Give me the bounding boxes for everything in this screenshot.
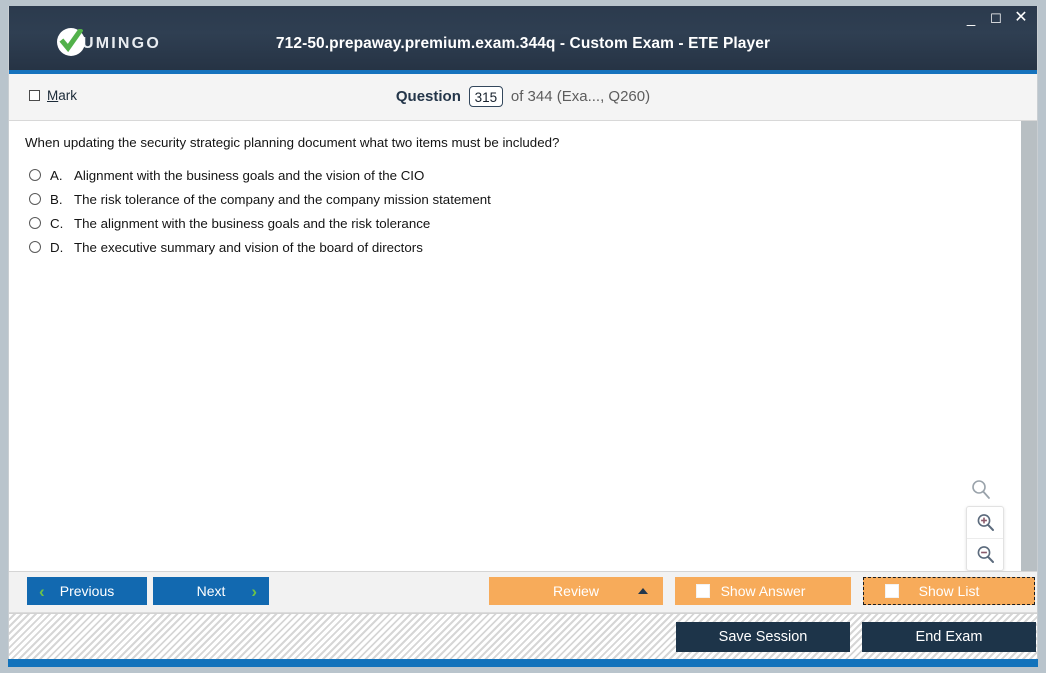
review-button-label: Review <box>553 583 599 599</box>
answer-option-a[interactable]: A. Alignment with the business goals and… <box>29 163 997 187</box>
window-title: 712-50.prepaway.premium.exam.344q - Cust… <box>275 35 771 52</box>
show-list-label: Show List <box>918 583 980 599</box>
zoom-out-icon <box>977 546 994 563</box>
minimize-icon[interactable]: _ <box>963 10 979 26</box>
title-bar: UMINGO 712-50.prepaway.premium.exam.344q… <box>9 6 1037 74</box>
radio-icon-b[interactable] <box>29 193 41 205</box>
radio-icon-a[interactable] <box>29 169 41 181</box>
show-answer-label: Show Answer <box>720 583 806 599</box>
question-total-label: of 344 (Exa..., Q260) <box>510 88 651 105</box>
app-root: UMINGO 712-50.prepaway.premium.exam.344q… <box>0 0 1046 673</box>
answer-option-c[interactable]: C. The alignment with the business goals… <box>29 211 997 235</box>
magnifier-glyph <box>972 480 990 499</box>
maximize-icon[interactable]: ☐ <box>988 10 1004 26</box>
radio-icon-d[interactable] <box>29 241 41 253</box>
question-stem: When updating the security strategic pla… <box>25 135 560 150</box>
show-answer-button[interactable]: Show Answer <box>675 577 851 605</box>
question-counter: Question 315 of 344 (Exa..., Q260) <box>9 86 1037 107</box>
footer-bar: Save Session End Exam <box>9 613 1037 661</box>
bottom-toolbar: ‹ Previous Next › Review Show Answer Sho… <box>9 572 1037 613</box>
answer-option-d[interactable]: D. The executive summary and vision of t… <box>29 235 997 259</box>
next-button[interactable]: Next › <box>153 577 269 605</box>
show-list-button[interactable]: Show List <box>863 577 1035 605</box>
show-list-checkbox[interactable] <box>885 584 899 598</box>
option-text-a: Alignment with the business goals and th… <box>74 167 425 183</box>
zoom-controls-panel <box>966 506 1004 571</box>
next-button-label: Next <box>196 583 226 599</box>
option-letter-c: C. <box>50 215 64 231</box>
option-text-b: The risk tolerance of the company and th… <box>74 191 491 207</box>
question-content-area: When updating the security strategic pla… <box>9 121 1037 572</box>
option-letter-b: B. <box>50 191 63 207</box>
window-bottom-accent-bar <box>8 659 1038 667</box>
option-text-c: The alignment with the business goals an… <box>74 215 431 231</box>
end-exam-button[interactable]: End Exam <box>862 622 1036 652</box>
question-label: Question <box>395 88 461 105</box>
option-letter-d: D. <box>50 239 64 255</box>
zoom-in-icon <box>977 514 994 531</box>
answer-options-list: A. Alignment with the business goals and… <box>29 163 997 259</box>
close-icon[interactable]: ✕ <box>1013 10 1029 26</box>
chevron-up-icon <box>638 588 648 594</box>
previous-button-label: Previous <box>59 583 115 599</box>
previous-button[interactable]: ‹ Previous <box>27 577 147 605</box>
magnifier-icon <box>970 479 992 506</box>
save-session-button[interactable]: Save Session <box>676 622 850 652</box>
zoom-out-button[interactable] <box>967 538 1003 570</box>
show-answer-checkbox[interactable] <box>696 584 710 598</box>
answer-option-b[interactable]: B. The risk tolerance of the company and… <box>29 187 997 211</box>
window-controls: _ ☐ ✕ <box>963 10 1029 27</box>
chevron-right-icon: › <box>251 581 257 601</box>
option-letter-a: A. <box>50 167 63 183</box>
option-text-d: The executive summary and vision of the … <box>74 239 423 255</box>
zoom-in-button[interactable] <box>967 507 1003 538</box>
radio-icon-c[interactable] <box>29 217 41 229</box>
question-header-bar: Mark Question 315 of 344 (Exa..., Q260) <box>9 74 1037 121</box>
review-button[interactable]: Review <box>489 577 663 605</box>
question-number-input[interactable]: 315 <box>468 86 503 107</box>
ete-player-window: UMINGO 712-50.prepaway.premium.exam.344q… <box>8 6 1038 661</box>
vertical-scrollbar[interactable] <box>1021 121 1037 571</box>
chevron-left-icon: ‹ <box>39 581 45 601</box>
